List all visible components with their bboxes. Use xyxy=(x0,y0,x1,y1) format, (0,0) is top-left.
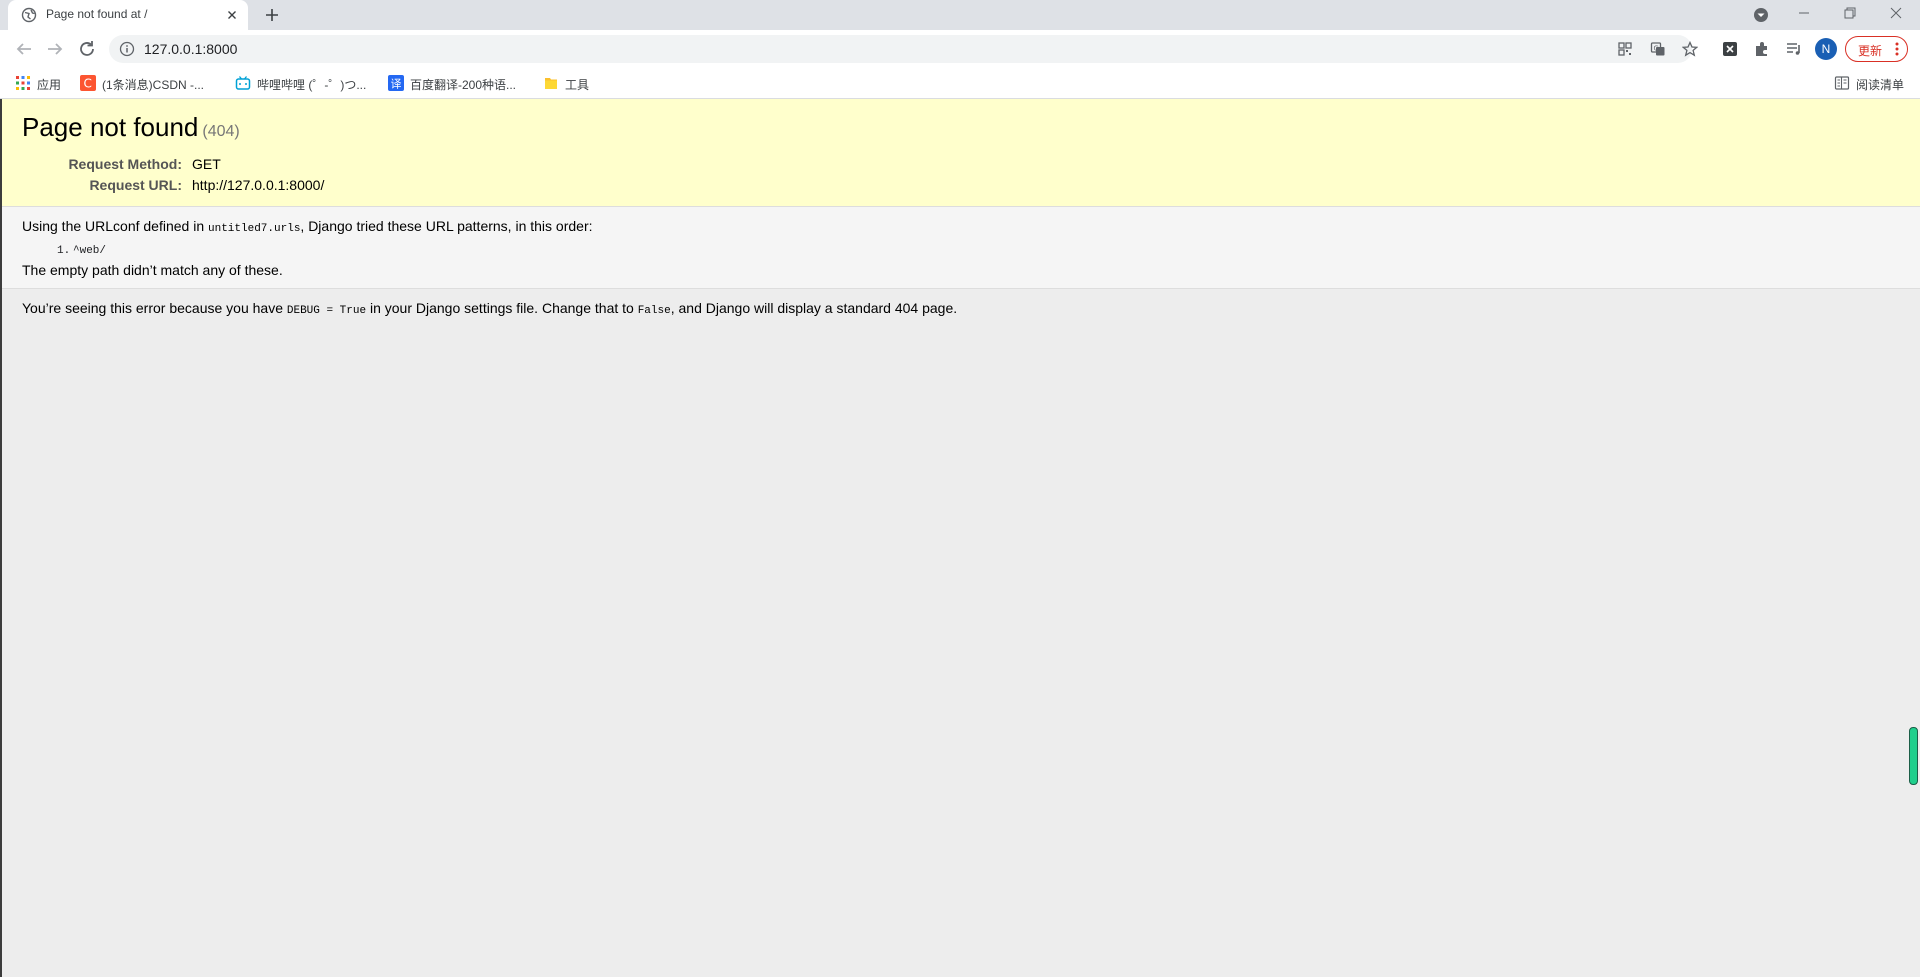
translate-icon[interactable]: G xyxy=(1650,41,1666,57)
url-text[interactable]: 127.0.0.1:8000 xyxy=(144,41,237,57)
apps-grid-icon xyxy=(15,75,31,91)
close-window-button[interactable] xyxy=(1873,2,1919,24)
request-url-label: Request URL: xyxy=(89,177,182,193)
svg-text:C: C xyxy=(84,77,92,91)
tab-title: Page not found at / xyxy=(46,7,148,21)
svg-text:G: G xyxy=(1654,45,1659,53)
bookmark-label: (1条消息)CSDN -... xyxy=(102,78,205,92)
profile-avatar[interactable]: N xyxy=(1815,38,1837,60)
reload-icon[interactable] xyxy=(75,37,99,61)
restore-button[interactable] xyxy=(1827,2,1873,24)
csdn-icon: C xyxy=(80,75,96,91)
url-pattern-list-item: 1. ^web/ xyxy=(57,245,106,257)
kebab-menu-icon[interactable] xyxy=(1895,42,1899,56)
urlconf-sentence: Using the URLconf defined in untitled7.u… xyxy=(22,218,593,235)
urlconf-module: untitled7.urls xyxy=(208,223,301,235)
tab-strip: Page not found at / xyxy=(0,0,1920,30)
browser-toolbar: 127.0.0.1:8000 G N 更新 xyxy=(0,30,1920,67)
media-queue-icon[interactable] xyxy=(1785,40,1803,58)
debug-explanation: You’re seeing this error because you hav… xyxy=(22,300,958,317)
address-bar[interactable]: 127.0.0.1:8000 G xyxy=(109,35,1699,63)
extension-side-handle[interactable] xyxy=(1909,727,1918,785)
urlconf-info: Using the URLconf defined in untitled7.u… xyxy=(2,207,1920,289)
request-method-label: Request Method: xyxy=(68,156,182,172)
bookmark-star-icon[interactable] xyxy=(1681,40,1699,57)
debug-setting: DEBUG = True xyxy=(286,305,367,317)
new-tab-plus-icon[interactable] xyxy=(262,5,282,25)
no-match-text: The empty path didn’t match any of these… xyxy=(22,262,283,278)
site-info-icon[interactable] xyxy=(119,41,135,57)
reading-list-icon xyxy=(1834,75,1850,91)
request-url-value: http://127.0.0.1:8000/ xyxy=(192,177,325,193)
bookmark-label: 应用 xyxy=(37,78,62,92)
page-title: Page not found (404) xyxy=(22,112,240,143)
status-code: (404) xyxy=(202,123,240,140)
reading-list-label: 阅读清单 xyxy=(1856,78,1905,92)
error-heading: Page not found xyxy=(22,112,199,142)
bilibili-icon xyxy=(235,75,251,91)
page-viewport: Page not found (404) Request Method: GET … xyxy=(0,99,1920,977)
globe-icon xyxy=(21,7,37,23)
update-label: 更新 xyxy=(1858,44,1883,58)
tab-close-icon[interactable] xyxy=(224,7,240,23)
request-method-value: GET xyxy=(192,156,221,172)
tab-active[interactable]: Page not found at / xyxy=(8,0,248,30)
error-summary: Page not found (404) Request Method: GET … xyxy=(2,99,1920,207)
forward-arrow-icon[interactable] xyxy=(43,37,67,61)
baidu-translate-icon: 译 xyxy=(388,75,404,91)
bookmark-label: 百度翻译-200种语... xyxy=(410,78,517,92)
bookmark-label: 哔哩哔哩 (゜-゜)つ... xyxy=(257,78,367,92)
extensions-puzzle-icon[interactable] xyxy=(1753,40,1771,58)
tab-search-icon[interactable] xyxy=(1751,5,1771,25)
bookmarks-bar: 应用 C (1条消息)CSDN -... 哔哩哔哩 (゜-゜)つ... 译 百度… xyxy=(0,67,1920,99)
update-button[interactable]: 更新 xyxy=(1845,36,1908,62)
minimize-button[interactable] xyxy=(1781,2,1827,24)
back-arrow-icon[interactable] xyxy=(12,37,36,61)
pattern-value: ^web/ xyxy=(73,245,107,257)
qr-code-icon[interactable] xyxy=(1617,41,1633,57)
false-value: False xyxy=(637,305,671,317)
folder-icon xyxy=(543,75,559,91)
bookmark-label: 工具 xyxy=(565,78,590,92)
extension-x-icon[interactable] xyxy=(1721,40,1739,58)
svg-text:译: 译 xyxy=(391,78,402,91)
pattern-index: 1. xyxy=(57,245,71,257)
